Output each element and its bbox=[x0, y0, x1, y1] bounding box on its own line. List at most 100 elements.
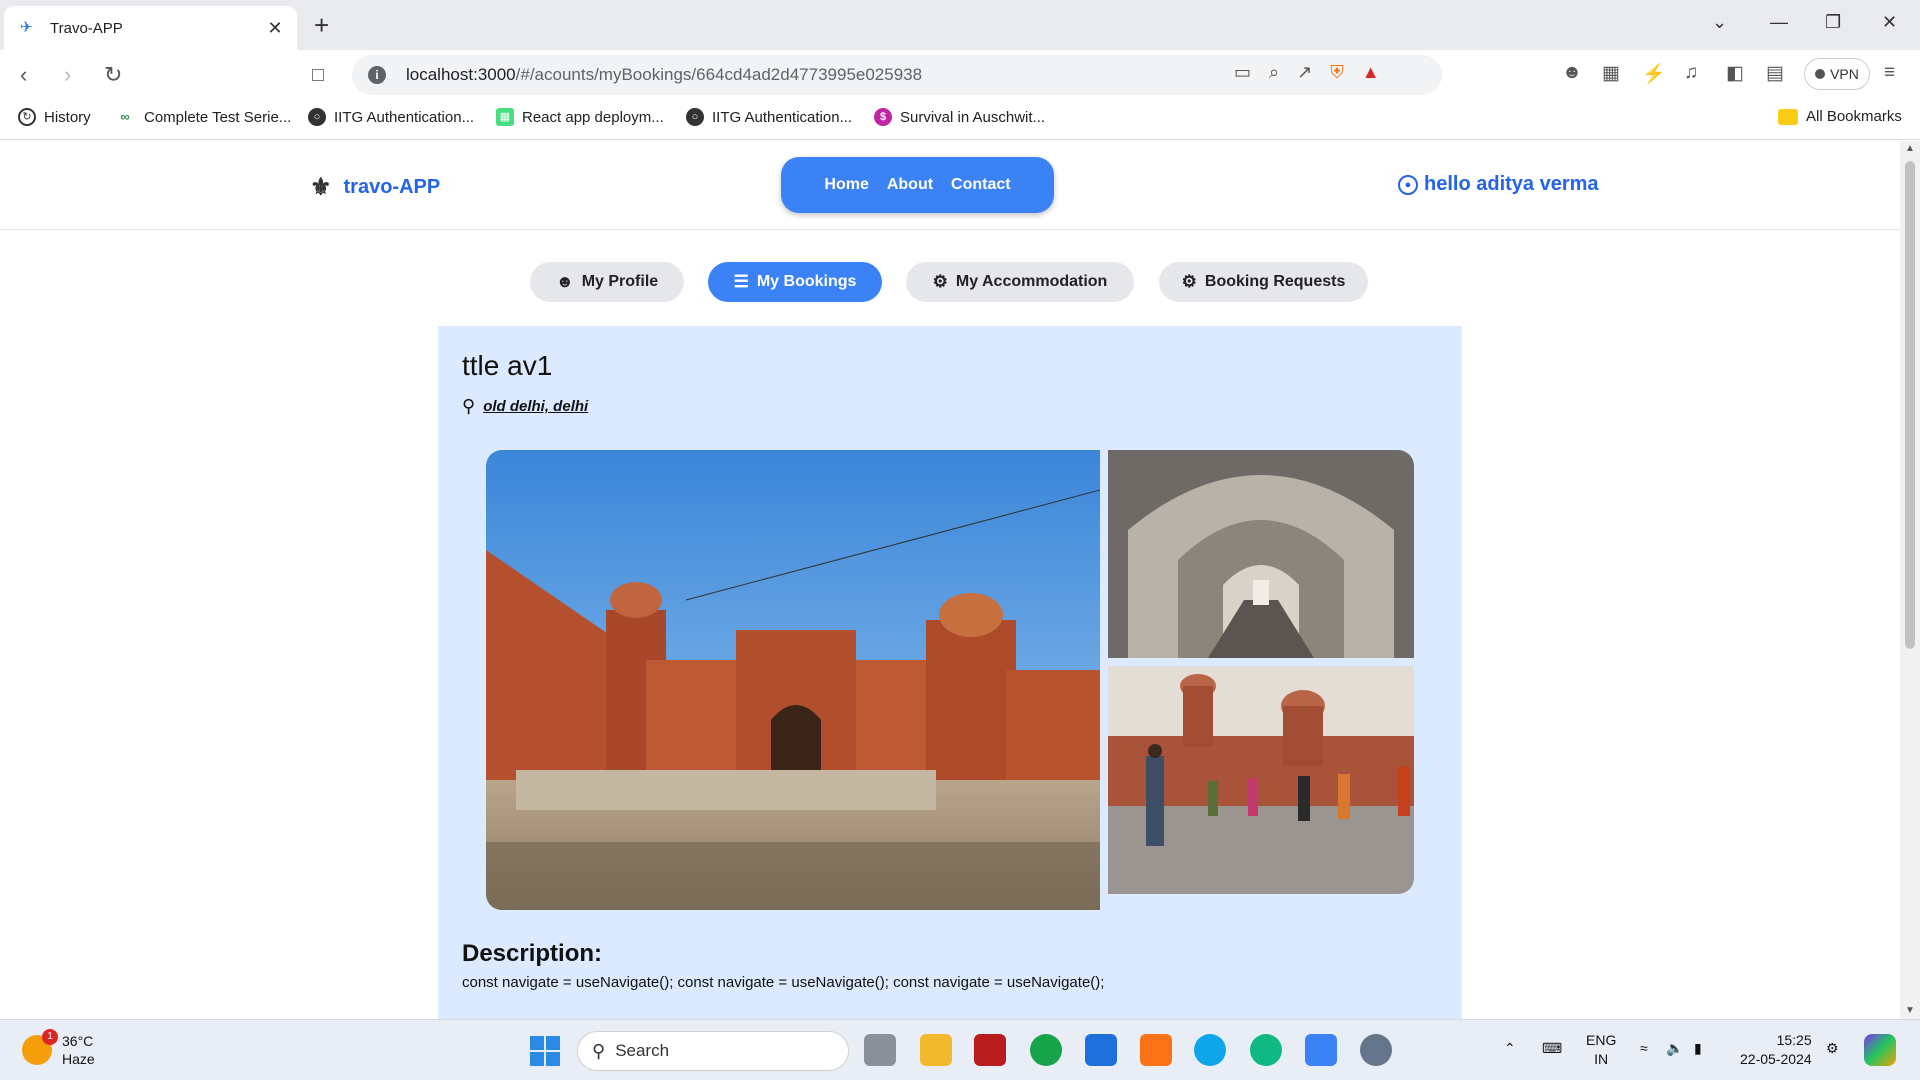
language-indicator[interactable]: ENG IN bbox=[1586, 1031, 1616, 1069]
close-window-icon[interactable]: ✕ bbox=[1882, 12, 1897, 33]
task-view-icon[interactable] bbox=[864, 1034, 896, 1066]
bookmark-survival[interactable]: $ Survival in Auschwit... bbox=[874, 108, 1045, 126]
zoom-icon[interactable]: ⌕ bbox=[1269, 62, 1279, 83]
booking-title: ttle av1 bbox=[462, 350, 553, 381]
tab-my-accommodation[interactable]: ⚙ My Accommodation bbox=[906, 262, 1134, 302]
restore-icon[interactable]: ❐ bbox=[1825, 12, 1841, 33]
bookmark-react-deploy[interactable]: ▦ React app deploym... bbox=[496, 108, 664, 126]
photo-thumbnail-1[interactable] bbox=[1108, 450, 1414, 658]
file-explorer-icon[interactable] bbox=[920, 1034, 952, 1066]
booking-card: ttle av1 ⚲ old delhi, delhi Description:… bbox=[438, 326, 1462, 1019]
keyboard-icon[interactable]: ⌨ bbox=[1542, 1040, 1562, 1057]
edge-icon[interactable] bbox=[1194, 1034, 1226, 1066]
share-icon[interactable]: ↗ bbox=[1297, 62, 1312, 83]
scrollbar-thumb[interactable] bbox=[1905, 161, 1915, 649]
user-icon: ☻ bbox=[555, 272, 574, 291]
show-hidden-icons-icon[interactable]: ⌃ bbox=[1504, 1040, 1516, 1057]
globe-icon: ○ bbox=[686, 108, 704, 126]
site-info-icon[interactable]: i bbox=[368, 66, 386, 84]
vscode-icon[interactable] bbox=[1085, 1034, 1117, 1066]
site-logo[interactable]: ⚜ travo-APP bbox=[310, 173, 440, 202]
close-tab-icon[interactable]: ✕ bbox=[265, 18, 285, 39]
region-code: IN bbox=[1594, 1051, 1609, 1067]
copilot-icon[interactable] bbox=[1864, 1034, 1896, 1066]
bookmark-label: IITG Authentication... bbox=[334, 108, 475, 126]
vpn-button[interactable]: VPN bbox=[1804, 58, 1870, 90]
browser-tab-strip: ✈ Travo-APP ✕ + ⌄ — ❐ ✕ bbox=[0, 0, 1920, 50]
reload-icon[interactable]: ↻ bbox=[104, 62, 122, 88]
sidebar-icon[interactable]: ◧ bbox=[1726, 62, 1744, 85]
weather-widget[interactable]: 1 36°C Haze bbox=[22, 1029, 95, 1068]
photo-gallery[interactable] bbox=[486, 450, 1414, 910]
location-pin-icon: ⚲ bbox=[462, 396, 476, 416]
xbox-icon[interactable] bbox=[1030, 1034, 1062, 1066]
list-icon: ☰ bbox=[733, 272, 749, 291]
vpn-status-icon bbox=[1815, 69, 1826, 79]
booking-address: ⚲ old delhi, delhi bbox=[462, 396, 588, 417]
page-scrollbar[interactable]: ▲ ▼ bbox=[1900, 141, 1920, 1019]
tab-label: My Accommodation bbox=[955, 273, 1108, 290]
browser-tab[interactable]: ✈ Travo-APP ✕ bbox=[4, 6, 297, 50]
volume-muted-icon[interactable]: 🔈 bbox=[1666, 1040, 1683, 1057]
cast-icon[interactable]: ▭ bbox=[1234, 62, 1251, 83]
menu-icon[interactable]: ≡ bbox=[1884, 62, 1895, 84]
brave-browser-icon[interactable] bbox=[1140, 1034, 1172, 1066]
clock-date: 22-05-2024 bbox=[1740, 1051, 1812, 1067]
settings-gear-icon[interactable] bbox=[1360, 1034, 1392, 1066]
back-icon[interactable]: ‹ bbox=[20, 62, 27, 88]
minimize-icon[interactable]: — bbox=[1770, 12, 1788, 33]
tab-my-profile[interactable]: ☻ My Profile bbox=[530, 262, 684, 302]
bookmark-complete-test[interactable]: ∞ Complete Test Serie... bbox=[114, 108, 291, 126]
media-icon[interactable]: ♫ bbox=[1684, 62, 1698, 84]
user-account-link[interactable]: ● hello aditya verma bbox=[1398, 173, 1599, 196]
focus-settings-icon[interactable]: ⚙ bbox=[1826, 1040, 1839, 1057]
traveler-icon: ⚜ bbox=[310, 174, 332, 201]
battery-icon[interactable]: ▮ bbox=[1694, 1040, 1702, 1057]
tab-label: My Profile bbox=[581, 273, 659, 290]
leo-ai-icon[interactable]: ⚡ bbox=[1642, 62, 1666, 86]
new-tab-icon[interactable]: + bbox=[314, 12, 329, 38]
bookmark-history[interactable]: ↻ History bbox=[18, 108, 91, 126]
bookmark-label: Complete Test Serie... bbox=[144, 108, 292, 126]
wifi-icon[interactable]: ≈ bbox=[1640, 1040, 1648, 1056]
history-icon: ↻ bbox=[18, 108, 36, 126]
brave-shield-icon[interactable]: ⛨ bbox=[1330, 62, 1344, 83]
photo-thumbnail-2[interactable] bbox=[1108, 666, 1414, 894]
red-fort-crowd-image bbox=[1108, 666, 1414, 894]
page-icon: ▦ bbox=[496, 108, 514, 126]
forward-icon[interactable]: › bbox=[64, 62, 71, 88]
folder-icon bbox=[1778, 108, 1798, 125]
s-icon: $ bbox=[874, 108, 892, 126]
extension-avatar-icon[interactable]: ☻ bbox=[1562, 62, 1582, 84]
nav-home[interactable]: Home bbox=[824, 176, 868, 194]
description-heading: Description: bbox=[462, 940, 603, 967]
taskbar-search[interactable]: ⚲ Search bbox=[577, 1031, 849, 1071]
url-text[interactable]: localhost:3000/#/acounts/myBookings/664c… bbox=[406, 65, 922, 85]
nav-about[interactable]: About bbox=[887, 176, 933, 194]
tab-search-chevron-icon[interactable]: ⌄ bbox=[1712, 12, 1727, 33]
extensions-puzzle-icon[interactable]: ▦ bbox=[1602, 62, 1620, 85]
photos-icon[interactable] bbox=[1305, 1034, 1337, 1066]
main-photo[interactable] bbox=[486, 450, 1100, 910]
marble-arches-image bbox=[1108, 450, 1414, 658]
system-clock[interactable]: 15:25 22-05-2024 bbox=[1740, 1031, 1812, 1069]
brave-rewards-icon[interactable]: ▲ bbox=[1362, 62, 1380, 83]
wallet-icon[interactable]: ▤ bbox=[1766, 62, 1784, 85]
main-nav: Home About Contact bbox=[781, 157, 1054, 213]
tab-title: Travo-APP bbox=[50, 19, 123, 37]
bookmark-icon[interactable]: □ bbox=[312, 62, 324, 88]
scroll-up-icon[interactable]: ▲ bbox=[1905, 143, 1915, 154]
bookmark-iitg-1[interactable]: ○ IITG Authentication... bbox=[308, 108, 474, 126]
notification-badge: 1 bbox=[42, 1029, 58, 1045]
app-red-icon[interactable] bbox=[974, 1034, 1006, 1066]
scroll-down-icon[interactable]: ▼ bbox=[1905, 1005, 1915, 1016]
all-bookmarks[interactable]: All Bookmarks bbox=[1778, 108, 1902, 125]
nav-contact[interactable]: Contact bbox=[951, 176, 1011, 194]
windows-start-icon[interactable] bbox=[528, 1034, 560, 1066]
tab-my-bookings[interactable]: ☰ My Bookings bbox=[708, 262, 882, 302]
bookmark-iitg-2[interactable]: ○ IITG Authentication... bbox=[686, 108, 852, 126]
tab-booking-requests[interactable]: ⚙ Booking Requests bbox=[1159, 262, 1368, 302]
address-link[interactable]: old delhi, delhi bbox=[483, 398, 588, 415]
windows-taskbar: 1 36°C Haze ⚲ Search ⌃ ⌨ ENG IN ≈ 🔈 ▮ 15… bbox=[0, 1019, 1920, 1080]
edge-dev-icon[interactable] bbox=[1250, 1034, 1282, 1066]
